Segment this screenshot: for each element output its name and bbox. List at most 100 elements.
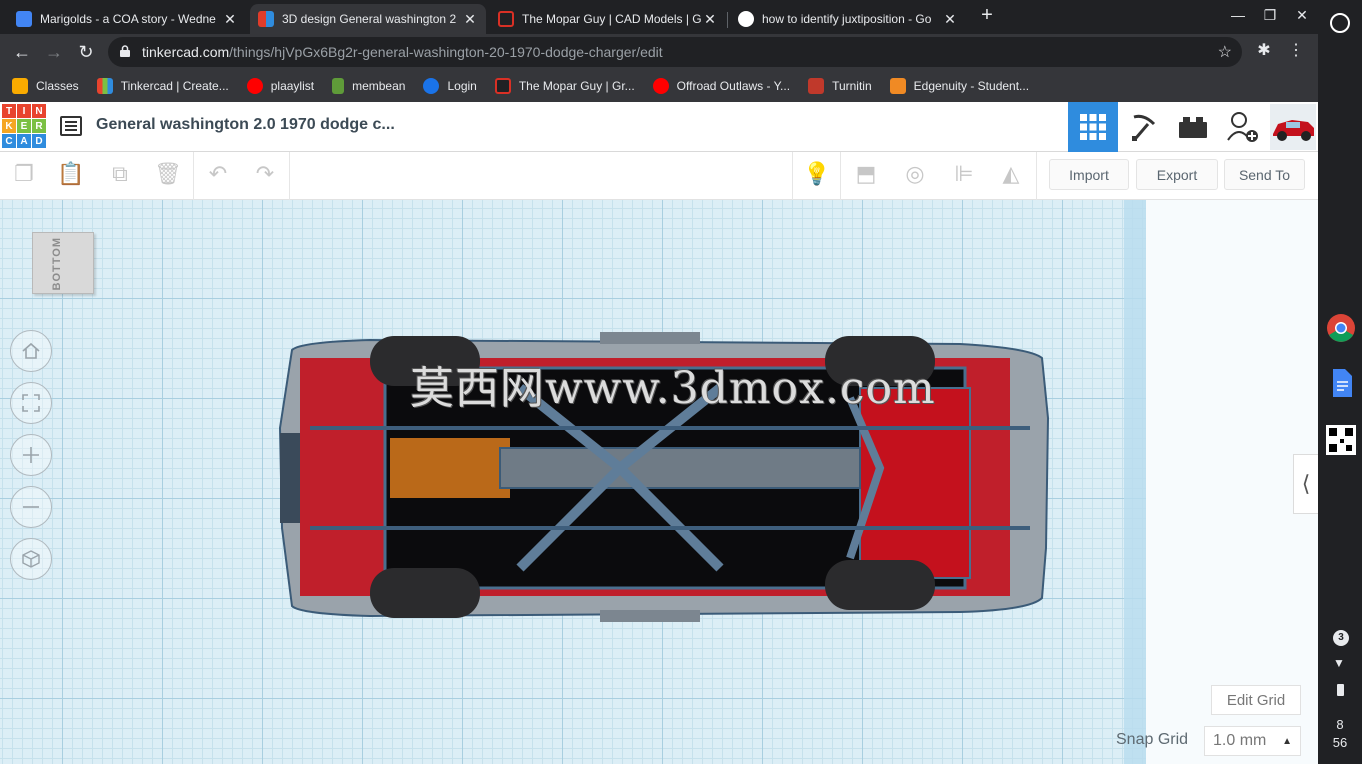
toolbar-divider: [1036, 152, 1037, 200]
bookmark-label: Offroad Outlaws - Y...: [676, 79, 791, 93]
3d-view-button[interactable]: [1068, 102, 1118, 152]
bookmark-plaaylist[interactable]: plaaylist: [246, 78, 314, 94]
bookmark-classes[interactable]: Classes: [12, 78, 79, 94]
launcher-icon[interactable]: [1330, 13, 1350, 33]
bricks-button[interactable]: [1168, 102, 1218, 152]
url-path: /things/hjVpGx6Bg2r-general-washington-2…: [229, 44, 663, 60]
url-text: tinkercad.com/things/hjVpGx6Bg2r-general…: [142, 44, 663, 60]
redo-icon[interactable]: ↷: [251, 160, 279, 188]
mopar-icon: [494, 78, 511, 94]
collapse-panel-chevron-icon[interactable]: ⟨: [1293, 454, 1318, 514]
google-favicon-icon: [738, 11, 754, 27]
clock-minute: 56: [1332, 735, 1348, 750]
url-host: tinkercad.com: [142, 44, 230, 60]
align-icon[interactable]: ⊫: [950, 160, 978, 188]
ungroup-icon[interactable]: ◎: [901, 160, 929, 188]
close-tab-icon[interactable]: ✕: [222, 11, 238, 28]
close-tab-icon[interactable]: ✕: [942, 11, 958, 28]
tab-divider: [727, 12, 728, 28]
bookmark-label: The Mopar Guy | Gr...: [518, 79, 635, 93]
import-button[interactable]: Import: [1049, 159, 1129, 190]
view-cube-face-label: BOTTOM: [51, 237, 63, 291]
back-arrow-icon[interactable]: ←: [10, 40, 34, 64]
clock-hour: 8: [1336, 717, 1344, 732]
mirror-icon[interactable]: ◭: [997, 160, 1025, 188]
address-bar[interactable]: tinkercad.com/things/hjVpGx6Bg2r-general…: [108, 37, 1242, 67]
home-view-button[interactable]: [10, 330, 52, 372]
ortho-view-icon: [22, 550, 40, 568]
bookmark-tinkercad[interactable]: Tinkercad | Create...: [96, 78, 229, 94]
google-docs-app-icon[interactable]: [1326, 368, 1356, 398]
snap-grid-label: Snap Grid: [1116, 731, 1189, 748]
tab-mopar-guy[interactable]: The Mopar Guy | CAD Models | G ✕: [490, 4, 726, 34]
user-avatar-button[interactable]: [1268, 102, 1318, 152]
bookmark-star-icon[interactable]: ☆: [1218, 42, 1232, 62]
group-icon[interactable]: ⬒: [852, 160, 880, 188]
wifi-icon[interactable]: ▼: [1333, 656, 1345, 670]
edgenuity-icon: [889, 78, 906, 94]
chrome-menu-icon[interactable]: ⋮: [1284, 40, 1308, 60]
user-avatar-car-icon: [1270, 104, 1316, 150]
bookmark-mopar-guy[interactable]: The Mopar Guy | Gr...: [494, 78, 635, 94]
tab-google-search[interactable]: how to identify juxtiposition - Go ✕: [730, 4, 966, 34]
invite-user-button[interactable]: [1218, 102, 1268, 152]
close-tab-icon[interactable]: ✕: [462, 11, 478, 28]
paste-icon[interactable]: 📋: [57, 160, 85, 188]
view-cube[interactable]: BOTTOM: [32, 232, 94, 294]
bookmark-turnitin[interactable]: Turnitin: [808, 78, 872, 94]
tab-bar: Marigolds - a COA story - Wedne ✕ 3D des…: [0, 0, 1318, 34]
chrome-app-icon[interactable]: [1326, 313, 1356, 343]
system-clock[interactable]: 8 56: [1318, 716, 1362, 752]
snap-grid-select[interactable]: 1.0 mm ▲: [1204, 726, 1301, 756]
fit-view-icon: [22, 394, 40, 412]
send-to-button[interactable]: Send To: [1224, 159, 1305, 190]
duplicate-icon[interactable]: ⧉: [106, 160, 134, 188]
close-window-button[interactable]: ✕: [1292, 7, 1312, 24]
lightbulb-icon[interactable]: 💡: [803, 160, 831, 188]
bookmark-edgenuity[interactable]: Edgenuity - Student...: [889, 78, 1029, 94]
restore-button[interactable]: ❐: [1260, 7, 1280, 24]
toolbar-divider: [792, 152, 793, 200]
delete-trash-icon[interactable]: 🗑: [154, 160, 182, 188]
login-icon: [423, 78, 440, 94]
minimize-button[interactable]: —: [1228, 7, 1248, 23]
design-title[interactable]: General washington 2.0 1970 dodge c...: [96, 116, 395, 134]
notification-count-badge[interactable]: 3: [1333, 630, 1349, 646]
bookmark-membean[interactable]: membean: [332, 78, 405, 94]
zoom-in-button[interactable]: [10, 434, 52, 476]
toolbar-divider: [840, 152, 841, 200]
browser-window: Marigolds - a COA story - Wedne ✕ 3D des…: [0, 0, 1318, 764]
qr-code-app-icon[interactable]: [1326, 425, 1356, 455]
bookmark-offroad-outlaws[interactable]: Offroad Outlaws - Y...: [652, 78, 791, 94]
classroom-icon: [12, 78, 28, 94]
battery-icon[interactable]: [1337, 684, 1344, 696]
minecraft-button[interactable]: [1118, 102, 1168, 152]
home-view-icon: [22, 342, 40, 359]
tinkercad-logo[interactable]: TIN KER CAD: [2, 104, 46, 148]
close-tab-icon[interactable]: ✕: [702, 11, 718, 28]
tab-title: 3D design General washington 2: [282, 12, 457, 26]
tab-tinkercad[interactable]: 3D design General washington 2 ✕: [250, 4, 486, 34]
grid-3d-icon: [1080, 114, 1106, 140]
tinkercad-favicon-icon: [258, 11, 274, 27]
reload-icon[interactable]: ↻: [74, 40, 98, 64]
forward-arrow-icon[interactable]: →: [42, 40, 66, 64]
edit-grid-button[interactable]: Edit Grid: [1211, 685, 1301, 715]
bookmark-label: Login: [447, 79, 477, 93]
zoom-in-icon: [23, 447, 39, 463]
copy-icon[interactable]: ❐: [10, 160, 38, 188]
undo-icon[interactable]: ↶: [204, 160, 232, 188]
export-button[interactable]: Export: [1136, 159, 1218, 190]
tab-marigolds[interactable]: Marigolds - a COA story - Wedne ✕: [8, 4, 246, 34]
design-list-icon[interactable]: [60, 116, 82, 136]
fit-view-button[interactable]: [10, 382, 52, 424]
watermark-text: 莫西网www.3dmox.com: [410, 363, 936, 414]
zoom-out-button[interactable]: [10, 486, 52, 528]
new-tab-button[interactable]: +: [977, 5, 997, 25]
tab-title: Marigolds - a COA story - Wedne: [40, 12, 216, 26]
browser-toolbar: ← → ↻ tinkercad.com/things/hjVpGx6Bg2r-g…: [0, 34, 1318, 70]
ortho-view-button[interactable]: [10, 538, 52, 580]
extensions-puzzle-icon[interactable]: ✱: [1252, 40, 1276, 60]
bookmark-login[interactable]: Login: [423, 78, 477, 94]
youtube-icon: [246, 78, 263, 94]
